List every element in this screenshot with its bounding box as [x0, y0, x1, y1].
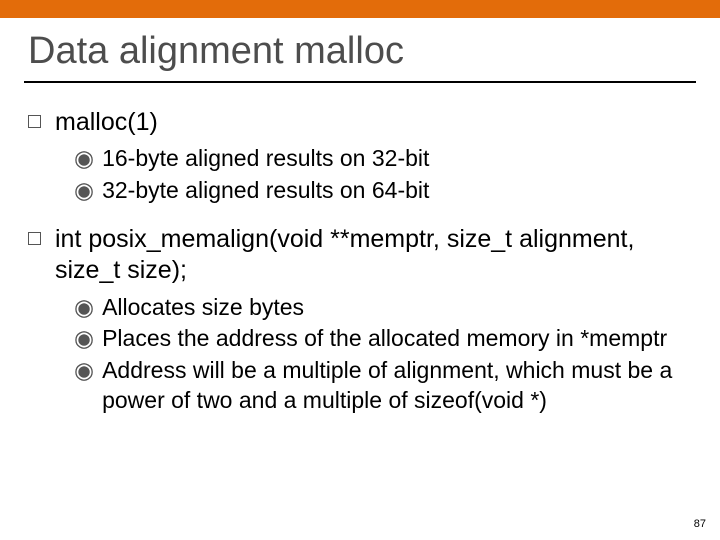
accent-bar	[0, 0, 720, 18]
sub-bullet-list: ◉ Allocates size bytes ◉ Places the addr…	[28, 293, 692, 417]
content-area: malloc(1) ◉ 16-byte aligned results on 3…	[0, 83, 720, 416]
circle-bullet-icon: ◉	[74, 176, 94, 206]
sub-bullet-text: Address will be a multiple of alignment,…	[102, 356, 692, 416]
sub-bullet-text: 16-byte aligned results on 32-bit	[102, 144, 692, 174]
square-bullet-icon	[28, 115, 41, 128]
slide: Data alignment malloc malloc(1) ◉ 16-byt…	[0, 0, 720, 540]
sub-bullet-text: Places the address of the allocated memo…	[102, 324, 692, 354]
bullet-text: int posix_memalign(void **memptr, size_t…	[55, 224, 692, 287]
bullet-level-2: ◉ Allocates size bytes	[74, 293, 692, 323]
bullet-level-2: ◉ Places the address of the allocated me…	[74, 324, 692, 354]
bullet-level-2: ◉ Address will be a multiple of alignmen…	[74, 356, 692, 416]
square-bullet-icon	[28, 232, 41, 245]
sub-bullet-list: ◉ 16-byte aligned results on 32-bit ◉ 32…	[28, 144, 692, 206]
bullet-level-1: int posix_memalign(void **memptr, size_t…	[28, 224, 692, 287]
circle-bullet-icon: ◉	[74, 324, 94, 354]
bullet-text: malloc(1)	[55, 107, 692, 138]
sub-bullet-text: 32-byte aligned results on 64-bit	[102, 176, 692, 206]
slide-title: Data alignment malloc	[0, 18, 720, 77]
bullet-level-2: ◉ 32-byte aligned results on 64-bit	[74, 176, 692, 206]
circle-bullet-icon: ◉	[74, 144, 94, 174]
bullet-level-2: ◉ 16-byte aligned results on 32-bit	[74, 144, 692, 174]
bullet-level-1: malloc(1)	[28, 107, 692, 138]
circle-bullet-icon: ◉	[74, 293, 94, 323]
sub-bullet-text: Allocates size bytes	[102, 293, 692, 323]
circle-bullet-icon: ◉	[74, 356, 94, 386]
page-number: 87	[694, 518, 706, 530]
